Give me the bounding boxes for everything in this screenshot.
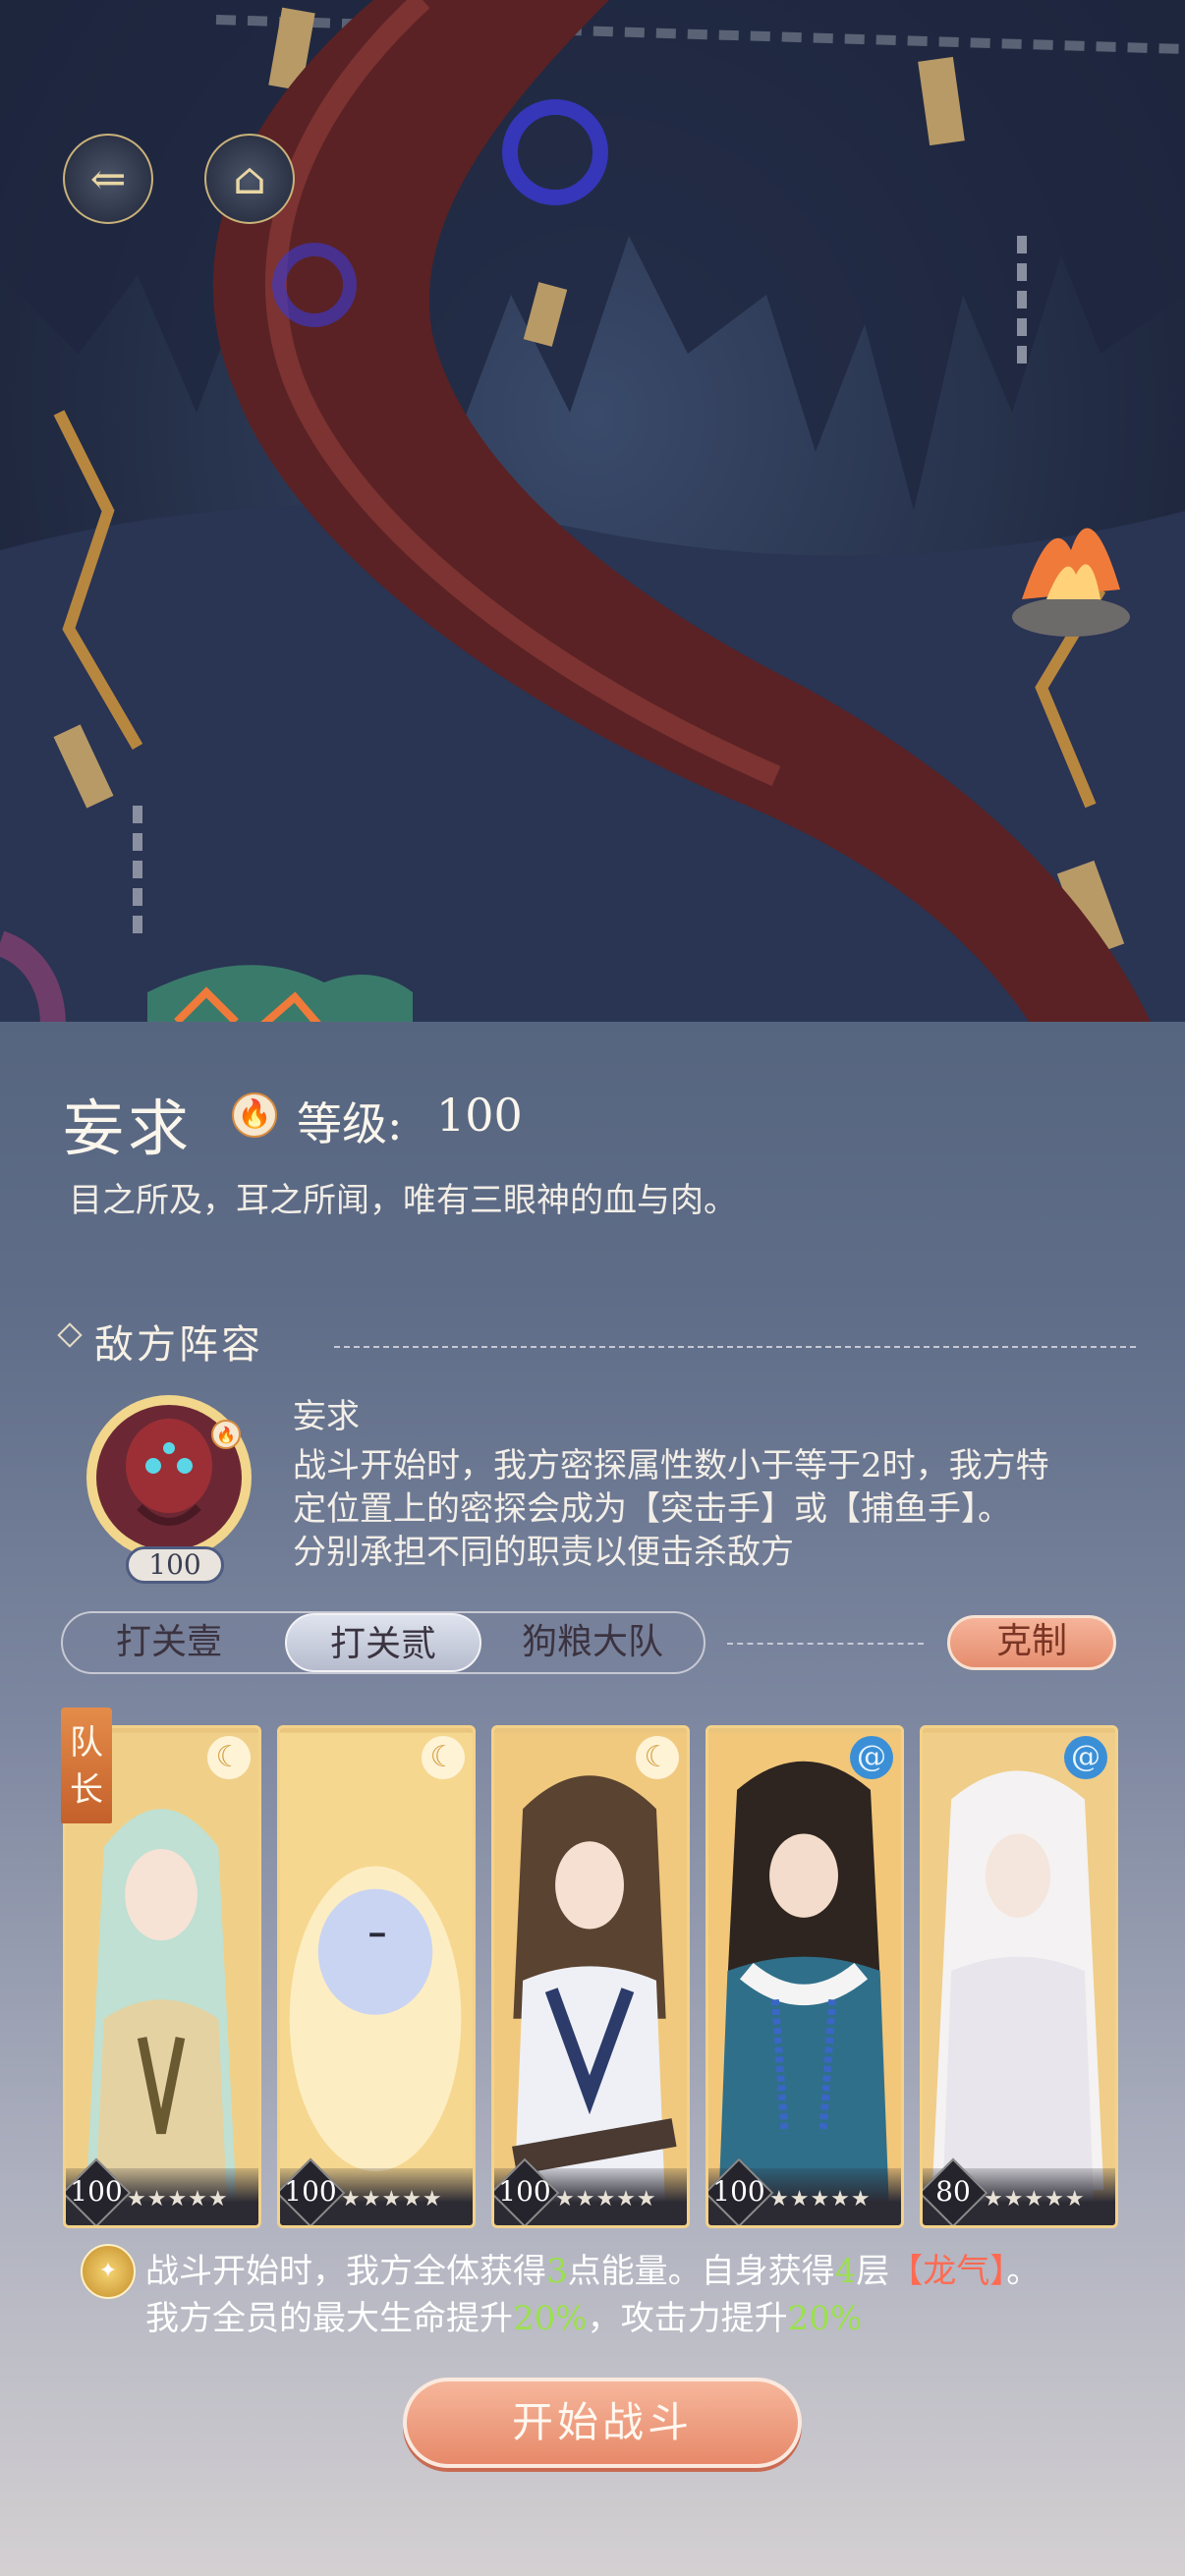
enemy-desc-line: 战斗开始时，我方密探属性数小于等于2时，我方特 (293, 1446, 1049, 1485)
team-card-5[interactable]: @ 80 ★★★★★ (920, 1725, 1118, 2228)
counter-button[interactable]: 克制 (947, 1615, 1116, 1670)
card-level: 100 (70, 2175, 123, 2208)
section-divider (334, 1346, 1136, 1348)
tab-team-2[interactable]: 打关贰 (285, 1613, 481, 1672)
star-rating: ★★★★★ (127, 2187, 229, 2212)
card-level: 100 (284, 2175, 337, 2208)
level-label: 等级: (297, 1097, 403, 1150)
swirl-icon: @ (1064, 1736, 1107, 1779)
pavilion-icon: ⌂ (233, 153, 266, 204)
tab-team-1[interactable]: 打关壹 (71, 1613, 267, 1672)
swirl-icon: @ (850, 1736, 893, 1779)
fire-element-icon: 🔥 (232, 1092, 277, 1138)
card-level: 100 (498, 2175, 551, 2208)
star-rating: ★★★★★ (555, 2187, 657, 2212)
home-button[interactable]: ⌂ (204, 134, 295, 224)
enemy-level-badge: 100 (126, 1546, 224, 1584)
crescent-moon-icon: ☾ (636, 1736, 679, 1779)
enemy-section-title: 敌方阵容 (94, 1322, 263, 1368)
battle-scene: ⇐ ⌂ (0, 0, 1185, 1041)
card-level: 100 (712, 2175, 765, 2208)
character-art (923, 1732, 1115, 2221)
boss-description: 目之所及，耳之所闻，唯有三眼神的血与肉。 (69, 1181, 737, 1220)
scene-illustration (0, 0, 1185, 1041)
svg-text:🔥: 🔥 (216, 1426, 236, 1444)
enemy-desc-line: 定位置上的密探会成为【突击手】或【捕鱼手】。 (293, 1489, 1011, 1529)
skill-line-1: 战斗开始时，我方全体获得3点能量。自身获得4层【龙气】。 (145, 2252, 1041, 2291)
team-card-2[interactable]: ☾ 100 ★★★★★ (277, 1725, 476, 2228)
level-value: 100 (436, 1089, 523, 1142)
team-card-4[interactable]: @ 100 ★★★★★ (705, 1725, 904, 2228)
back-button[interactable]: ⇐ (63, 134, 153, 224)
enemy-name: 妄求 (293, 1397, 360, 1436)
star-rating: ★★★★★ (341, 2187, 443, 2212)
star-rating: ★★★★★ (984, 2187, 1086, 2212)
enemy-desc-line: 分别承担不同的职责以便击杀敌方 (293, 1533, 794, 1572)
tab-team-3[interactable]: 狗粮大队 (489, 1613, 696, 1672)
skill-line-2: 我方全员的最大生命提升20%，攻击力提升20% (145, 2299, 863, 2338)
card-level: 80 (935, 2175, 971, 2208)
boss-name: 妄求 (63, 1092, 194, 1164)
crescent-moon-icon: ☾ (207, 1736, 251, 1779)
character-art (494, 1732, 687, 2221)
back-arrow-icon: ⇐ (89, 153, 127, 204)
team-tabs: 打关壹 打关贰 狗粮大队 (61, 1611, 705, 1674)
tab-divider (727, 1643, 924, 1645)
star-rating: ★★★★★ (769, 2187, 872, 2212)
leader-skill-icon: ✦ (81, 2244, 136, 2299)
leader-tag: 队长 (61, 1708, 112, 1823)
start-battle-button[interactable]: 开始战斗 (403, 2378, 802, 2468)
crescent-moon-icon: ☾ (422, 1736, 465, 1779)
character-art (280, 1732, 473, 2221)
enemy-description: 战斗开始时，我方密探属性数小于等于2时，我方特 定位置上的密探会成为【突击手】或… (293, 1444, 1138, 1574)
character-art (708, 1732, 901, 2221)
team-card-3[interactable]: ☾ 100 ★★★★★ (491, 1725, 690, 2228)
